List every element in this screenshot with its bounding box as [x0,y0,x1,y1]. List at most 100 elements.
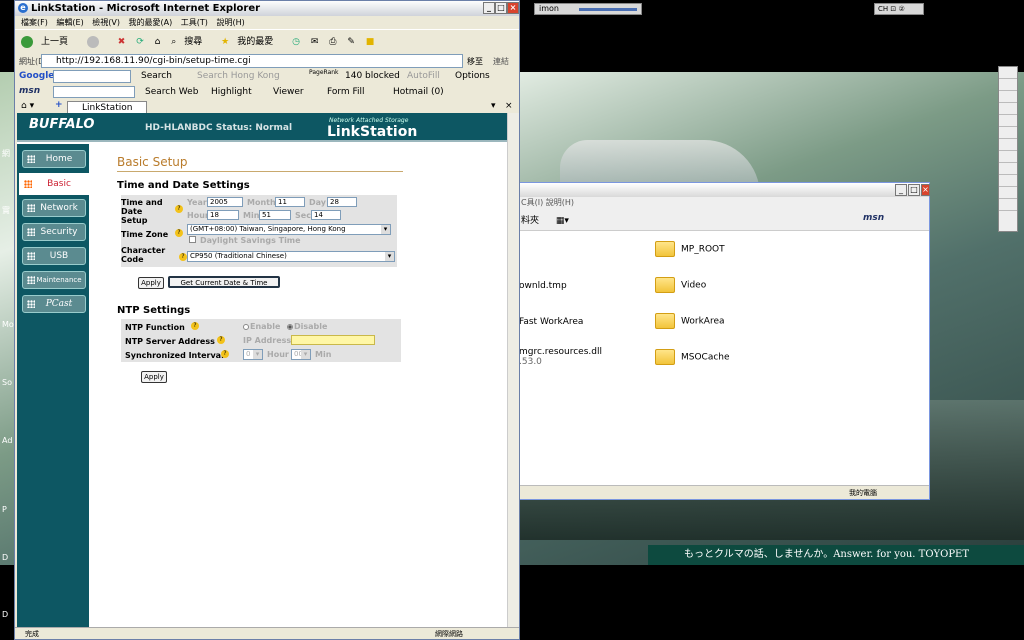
apply-time-button[interactable]: Apply [138,277,164,289]
time-zone-select[interactable]: (GMT+08:00) Taiwan, Singapore, Hong Kong [187,224,391,235]
sidebar-item-usb[interactable]: USB [22,247,86,265]
highlight-button[interactable]: Highlight [211,87,252,97]
options-button[interactable]: Options [455,71,490,81]
page-scrollbar[interactable] [507,113,519,627]
day-field[interactable]: 28 [327,197,357,207]
year-field[interactable]: 2005 [207,197,243,207]
google-search-input[interactable] [53,70,131,83]
ie-window[interactable]: e LinkStation - Microsoft Internet Explo… [14,0,520,640]
maximize-icon[interactable]: □ [495,2,507,14]
mail-icon[interactable]: ✉ [311,37,319,47]
address-input[interactable] [41,54,463,68]
desktop-label[interactable]: Mo [2,320,14,329]
home-icon[interactable]: ⌂ [155,37,161,47]
side-toolbar-button[interactable] [999,175,1017,187]
menu-favorites[interactable]: 我的最愛(A) [129,18,173,27]
help-icon[interactable]: ? [191,322,199,330]
hour-field[interactable]: 18 [207,210,239,220]
menu-edit[interactable]: 編輯(E) [56,18,83,27]
dst-checkbox[interactable] [189,236,196,243]
desktop-label[interactable]: 實 [2,205,10,216]
sidebar-item-pcast[interactable]: PCast [22,295,86,313]
list-item[interactable]: MP_ROOT [655,241,725,257]
refresh-icon[interactable]: ⟳ [136,37,144,47]
side-toolbar-button[interactable] [999,103,1017,115]
side-toolbar-button[interactable] [999,115,1017,127]
ntp-server-input[interactable] [291,335,375,345]
list-item[interactable]: Fast WorkArea [519,317,583,327]
close-icon[interactable]: × [507,2,519,14]
google-search-hk-button[interactable]: Search Hong Kong [197,71,280,81]
folder-icon[interactable]: ■ [366,37,375,47]
charset-select[interactable]: CP950 (Traditional Chinese) [187,251,395,262]
sync-min-select[interactable]: 00 [291,349,311,360]
min-field[interactable]: 51 [259,210,291,220]
ntp-enable-option[interactable]: Enable [243,322,280,331]
menu-tools[interactable]: 工具(T) [181,18,208,27]
desktop-label[interactable]: P [2,505,7,514]
folders-button[interactable]: 料夾 [521,216,539,226]
tab-menu-icon[interactable]: ▾ [491,101,496,111]
new-tab-icon[interactable]: + [55,100,63,110]
list-item[interactable]: ownld.tmp [519,281,567,291]
msn-search-input[interactable] [53,86,135,98]
ie-titlebar[interactable]: e LinkStation - Microsoft Internet Explo… [15,1,519,16]
sidebar-item-network[interactable]: Network [22,199,86,217]
desktop-label[interactable]: 網 [2,148,10,159]
forward-button[interactable] [86,35,107,48]
autofill-button[interactable]: AutoFill [407,71,440,81]
desktop-label[interactable]: So [2,378,12,387]
desktop-label[interactable]: D [2,553,8,562]
maximize-icon[interactable]: □ [908,184,920,196]
history-icon[interactable]: ◷ [292,37,300,47]
menu-view[interactable]: 檢視(V) [92,18,120,27]
side-toolbar-button[interactable] [999,127,1017,139]
go-button[interactable]: 移至 [467,56,483,67]
form-fill-button[interactable]: Form Fill [327,87,365,97]
help-icon[interactable]: ? [175,205,183,213]
side-toolbar-button[interactable] [999,199,1017,211]
search-button[interactable]: ⌕ 搜尋 [171,37,210,47]
help-icon[interactable]: ? [217,336,225,344]
help-icon[interactable]: ? [221,350,229,358]
google-search-button[interactable]: Search [141,71,172,81]
viewer-button[interactable]: Viewer [273,87,304,97]
side-toolbar-button[interactable] [999,67,1017,79]
list-item[interactable]: Video [655,277,706,293]
tab-list-icon[interactable]: ⌂ ▾ [21,101,34,111]
sidebar-item-basic[interactable]: Basic [19,173,89,195]
view-icon[interactable]: ▦▾ [556,216,569,226]
imon-slider[interactable] [579,8,637,11]
side-toolbar-button[interactable] [999,139,1017,151]
side-toolbar-button[interactable] [999,163,1017,175]
language-tray[interactable]: CH ⊡ ② [874,3,924,15]
sidebar-item-security[interactable]: Security [22,223,86,241]
menu-help[interactable]: 說明(H) [216,18,244,27]
links-button[interactable]: 連結 [493,56,509,67]
popup-blocked-count[interactable]: 140 blocked [345,71,400,81]
side-toolbar-button[interactable] [999,151,1017,163]
menu-file[interactable]: 檔案(F) [21,18,48,27]
close-icon[interactable]: × [921,184,930,196]
side-toolbar-button[interactable] [999,187,1017,199]
minimize-icon[interactable]: _ [483,2,495,14]
search-web-button[interactable]: Search Web [145,87,198,97]
month-field[interactable]: 11 [275,197,305,207]
stop-icon[interactable]: ✖ [118,37,126,47]
favorites-button[interactable]: ★ 我的最愛 [221,37,281,47]
list-item[interactable]: MSOCache [655,349,730,365]
enable-radio[interactable] [243,323,249,330]
get-current-time-button[interactable]: Get Current Date & Time [168,276,280,288]
sidebar-item-home[interactable]: Home [22,150,86,168]
edit-icon[interactable]: ✎ [347,37,355,47]
imon-toolbar[interactable]: imon [534,3,642,15]
desktop-label[interactable]: D [2,610,8,619]
explorer-menu[interactable]: C具(I) 說明(H) [519,197,929,209]
hotmail-button[interactable]: Hotmail (0) [393,87,444,97]
explorer-titlebar[interactable]: _ □ × [519,183,930,197]
minimize-icon[interactable]: _ [895,184,907,196]
back-button[interactable]: 上一頁 [21,35,76,48]
side-toolbar-button[interactable] [999,91,1017,103]
list-item[interactable]: mgrc.resources.dll .53.0 [519,347,602,367]
tab-close-icon[interactable]: × [505,101,513,111]
